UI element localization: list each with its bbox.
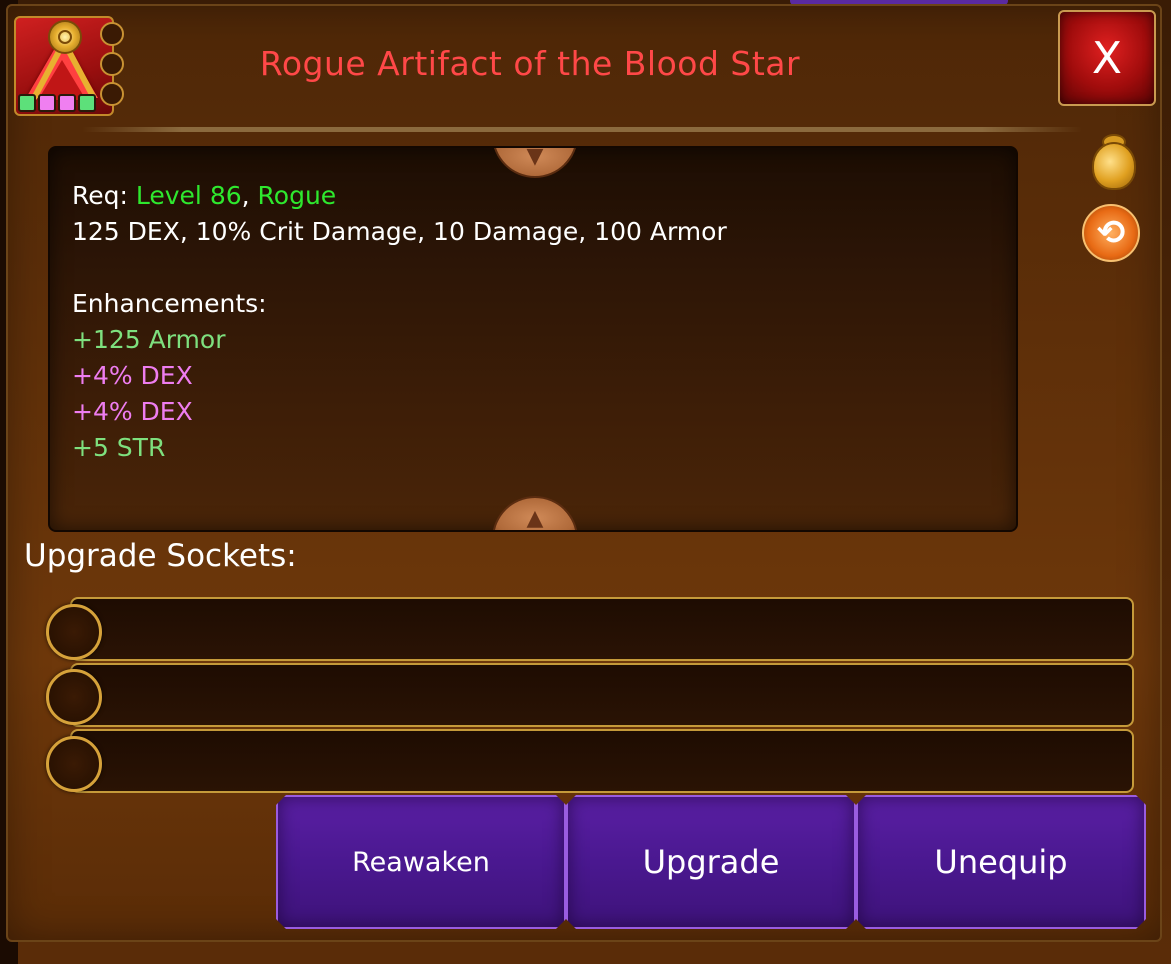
gem-slot-row [18, 94, 96, 112]
enhancement-line: +5 STR [72, 433, 166, 462]
unequip-button[interactable]: Unequip [856, 795, 1146, 929]
socket-indicator [100, 52, 124, 76]
item-socket-indicators [100, 22, 126, 112]
req-label: Req: [72, 181, 128, 210]
upgrade-socket-slot-1[interactable] [70, 597, 1134, 661]
upgrade-sockets-title: Upgrade Sockets: [24, 538, 297, 574]
req-class: Rogue [257, 181, 337, 210]
requirement-line: Req: Level 86, Rogue [72, 178, 992, 214]
title-divider [82, 127, 1082, 132]
bag-body [1092, 142, 1136, 190]
scroll-down-button[interactable]: ▼ [492, 148, 578, 178]
gem-slot-green [18, 94, 36, 112]
upgrade-button[interactable]: Upgrade [566, 795, 856, 929]
upgrade-socket-slot-2[interactable] [70, 663, 1134, 727]
swap-icon[interactable]: ⟲ [1082, 204, 1140, 262]
socket-ring-icon[interactable] [46, 736, 102, 792]
reawaken-button[interactable]: Reawaken [276, 795, 566, 929]
base-stats: 125 DEX, 10% Crit Damage, 10 Damage, 100… [72, 217, 727, 246]
socket-indicator [100, 82, 124, 106]
item-details-text: Req: Level 86, Rogue 125 DEX, 10% Crit D… [72, 178, 992, 466]
scroll-up-button[interactable]: ▲ [492, 496, 578, 530]
enhancement-line: +125 Armor [72, 325, 226, 354]
close-button[interactable]: X [1058, 10, 1156, 106]
item-title: Rogue Artifact of the Blood Star [259, 44, 801, 83]
artifact-crown-gem [48, 20, 82, 54]
coin-bag-icon[interactable] [1088, 134, 1136, 190]
enhancements-title: Enhancements: [72, 289, 267, 318]
socket-ring-icon[interactable] [46, 604, 102, 660]
enhancement-line: +4% DEX [72, 397, 193, 426]
blood-star-artifact-icon [14, 16, 114, 116]
req-level: Level 86 [135, 181, 242, 210]
gem-slot-pink [58, 94, 76, 112]
req-separator: , [241, 181, 250, 210]
enhancement-line: +4% DEX [72, 361, 193, 390]
gem-slot-pink [38, 94, 56, 112]
socket-indicator [100, 22, 124, 46]
gem-slot-green [78, 94, 96, 112]
item-details-box[interactable]: ▼ Req: Level 86, Rogue 125 DEX, 10% Crit… [48, 146, 1018, 532]
socket-ring-icon[interactable] [46, 669, 102, 725]
upgrade-socket-slot-3[interactable] [70, 729, 1134, 793]
